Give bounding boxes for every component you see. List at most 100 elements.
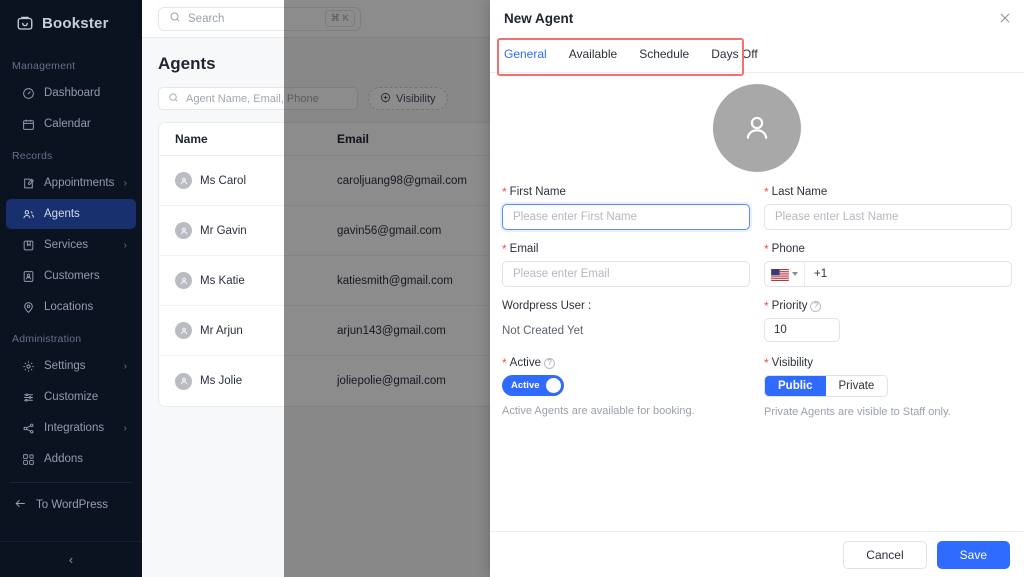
- email-label: * Email: [502, 243, 750, 255]
- priority-value: 10: [774, 324, 787, 336]
- first-name-placeholder: Please enter First Name: [513, 211, 637, 223]
- sidebar-item-addons[interactable]: Addons: [6, 444, 136, 474]
- avatar: [175, 222, 192, 239]
- first-name-label: * First Name: [502, 186, 750, 198]
- sidebar-item-customize[interactable]: Customize: [6, 382, 136, 412]
- gauge-icon: [22, 87, 35, 100]
- app-root: Bookster Management Dashboard Calendar R…: [0, 0, 1024, 577]
- agent-avatar-uploader[interactable]: [502, 73, 1012, 186]
- last-name-label-text: Last Name: [771, 186, 828, 198]
- sidebar-item-settings[interactable]: Settings ›: [6, 351, 136, 381]
- sidebar-item-label: Settings: [44, 360, 86, 372]
- sidebar-item-calendar[interactable]: Calendar: [6, 109, 136, 139]
- sidebar-item-services[interactable]: Services ›: [6, 230, 136, 260]
- required-marker: *: [764, 185, 769, 199]
- sidebar-item-locations[interactable]: Locations: [6, 292, 136, 322]
- email-field: * Email Please enter Email: [502, 243, 750, 287]
- sidebar-item-label: Services: [44, 239, 89, 251]
- visibility-label-text: Visibility: [771, 357, 813, 369]
- drawer-header: New Agent: [490, 0, 1024, 36]
- last-name-label: * Last Name: [764, 186, 1012, 198]
- priority-label: * Priority ?: [764, 300, 1012, 312]
- to-wordpress-label: To WordPress: [36, 499, 109, 511]
- phone-label-text: Phone: [771, 243, 805, 255]
- help-circle-icon[interactable]: ?: [810, 300, 822, 312]
- save-button[interactable]: Save: [936, 540, 1010, 569]
- email-label-text: Email: [509, 243, 539, 255]
- phone-field: * Phone +1: [764, 243, 1012, 287]
- first-name-input[interactable]: Please enter First Name: [502, 204, 750, 230]
- phone-label: * Phone: [764, 243, 1012, 255]
- phone-input-group[interactable]: +1: [764, 261, 1012, 287]
- wordpress-user-value: Not Created Yet: [502, 325, 584, 337]
- chevron-down-icon: [792, 272, 798, 276]
- chevron-right-icon: ›: [123, 422, 127, 434]
- visibility-segmented-control: Public Private: [764, 375, 889, 397]
- chevron-right-icon: ›: [123, 239, 127, 251]
- first-name-field: * First Name Please enter First Name: [502, 186, 750, 230]
- active-toggle[interactable]: Active: [502, 375, 564, 396]
- wordpress-user-field: Wordpress User : Not Created Yet: [502, 300, 750, 344]
- sidebar-item-to-wordpress[interactable]: To WordPress: [0, 489, 142, 521]
- tab-days-off[interactable]: Days Off: [711, 47, 757, 62]
- required-marker: *: [502, 242, 507, 256]
- nav-section-administration: Administration: [12, 333, 82, 345]
- email-input[interactable]: Please enter Email: [502, 261, 750, 287]
- sidebar-collapse-button[interactable]: ‹: [0, 541, 142, 577]
- sidebar-item-agents[interactable]: Agents: [6, 199, 136, 229]
- services-icon: [22, 239, 35, 252]
- avatar: [713, 84, 801, 172]
- toggle-knob: [546, 378, 561, 393]
- priority-input[interactable]: 10: [764, 318, 840, 342]
- country-code-selector[interactable]: [765, 262, 805, 286]
- sidebar-item-label: Addons: [44, 453, 84, 465]
- chevron-right-icon: ›: [123, 360, 127, 372]
- search-icon: [169, 10, 181, 28]
- required-marker: *: [764, 356, 769, 370]
- search-icon: [168, 92, 179, 106]
- sidebar-item-appointments[interactable]: Appointments ›: [6, 168, 136, 198]
- last-name-placeholder: Please enter Last Name: [775, 211, 899, 223]
- active-field: * Active ? Active Active Agents are avai…: [502, 357, 750, 418]
- visibility-option-public[interactable]: Public: [765, 376, 826, 396]
- tab-general[interactable]: General: [504, 47, 547, 62]
- last-name-input[interactable]: Please enter Last Name: [764, 204, 1012, 230]
- priority-field: * Priority ? 10: [764, 300, 1012, 344]
- phone-dial-code: +1: [814, 268, 828, 280]
- help-circle-icon[interactable]: ?: [544, 357, 555, 369]
- active-toggle-label: Active: [511, 380, 540, 391]
- visibility-option-private[interactable]: Private: [825, 376, 888, 396]
- close-icon[interactable]: [998, 11, 1012, 25]
- sliders-icon: [22, 391, 35, 404]
- appointments-icon: [22, 177, 35, 190]
- row-name: Ms Jolie: [200, 375, 243, 387]
- agents-icon: [22, 208, 35, 221]
- required-marker: *: [502, 356, 507, 370]
- cancel-button[interactable]: Cancel: [843, 540, 927, 569]
- sidebar-item-label: Appointments: [44, 177, 115, 189]
- sidebar-item-integrations[interactable]: Integrations ›: [6, 413, 136, 443]
- email-placeholder: Please enter Email: [513, 268, 610, 280]
- sidebar-item-label: Customers: [44, 270, 100, 282]
- required-marker: *: [502, 185, 507, 199]
- active-label: * Active ?: [502, 357, 750, 369]
- tab-schedule[interactable]: Schedule: [639, 47, 689, 62]
- row-name: Ms Katie: [200, 274, 245, 287]
- row-name: Ms Carol: [200, 174, 247, 187]
- sidebar-divider: [10, 482, 132, 483]
- sidebar-item-customers[interactable]: Customers: [6, 261, 136, 291]
- active-helper-text: Active Agents are available for booking.: [502, 405, 695, 417]
- bookster-logo-icon: [16, 14, 34, 32]
- location-pin-icon: [22, 301, 35, 314]
- chevron-left-icon: ‹: [68, 552, 74, 567]
- first-name-label-text: First Name: [509, 186, 566, 198]
- calendar-icon: [22, 118, 35, 131]
- sidebar-item-label: Calendar: [44, 118, 91, 130]
- visibility-field: * Visibility Public Private Private Agen…: [764, 357, 1012, 418]
- tab-available[interactable]: Available: [569, 47, 617, 62]
- brand[interactable]: Bookster: [0, 0, 142, 46]
- required-marker: *: [764, 299, 769, 313]
- drawer-title: New Agent: [504, 10, 574, 26]
- sidebar-item-dashboard[interactable]: Dashboard: [6, 78, 136, 108]
- drawer-tabs: General Available Schedule Days Off: [490, 36, 1024, 73]
